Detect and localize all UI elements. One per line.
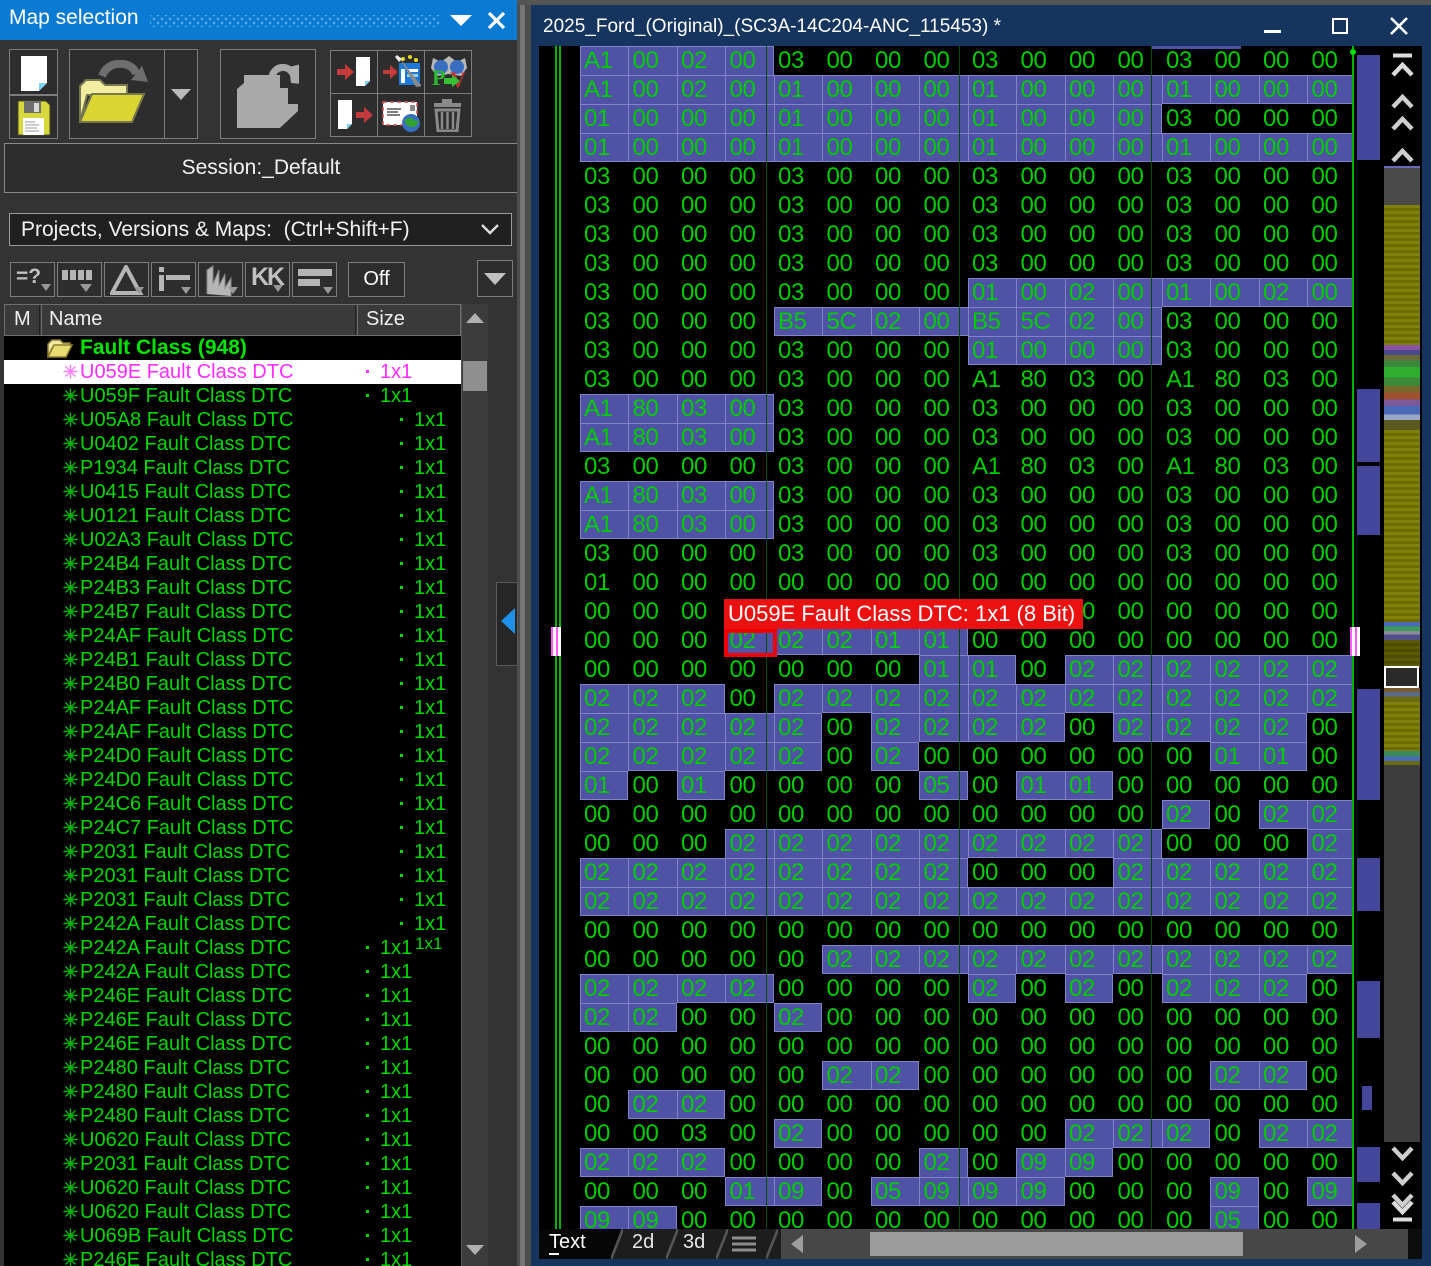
svg-text:P: P bbox=[432, 65, 445, 90]
